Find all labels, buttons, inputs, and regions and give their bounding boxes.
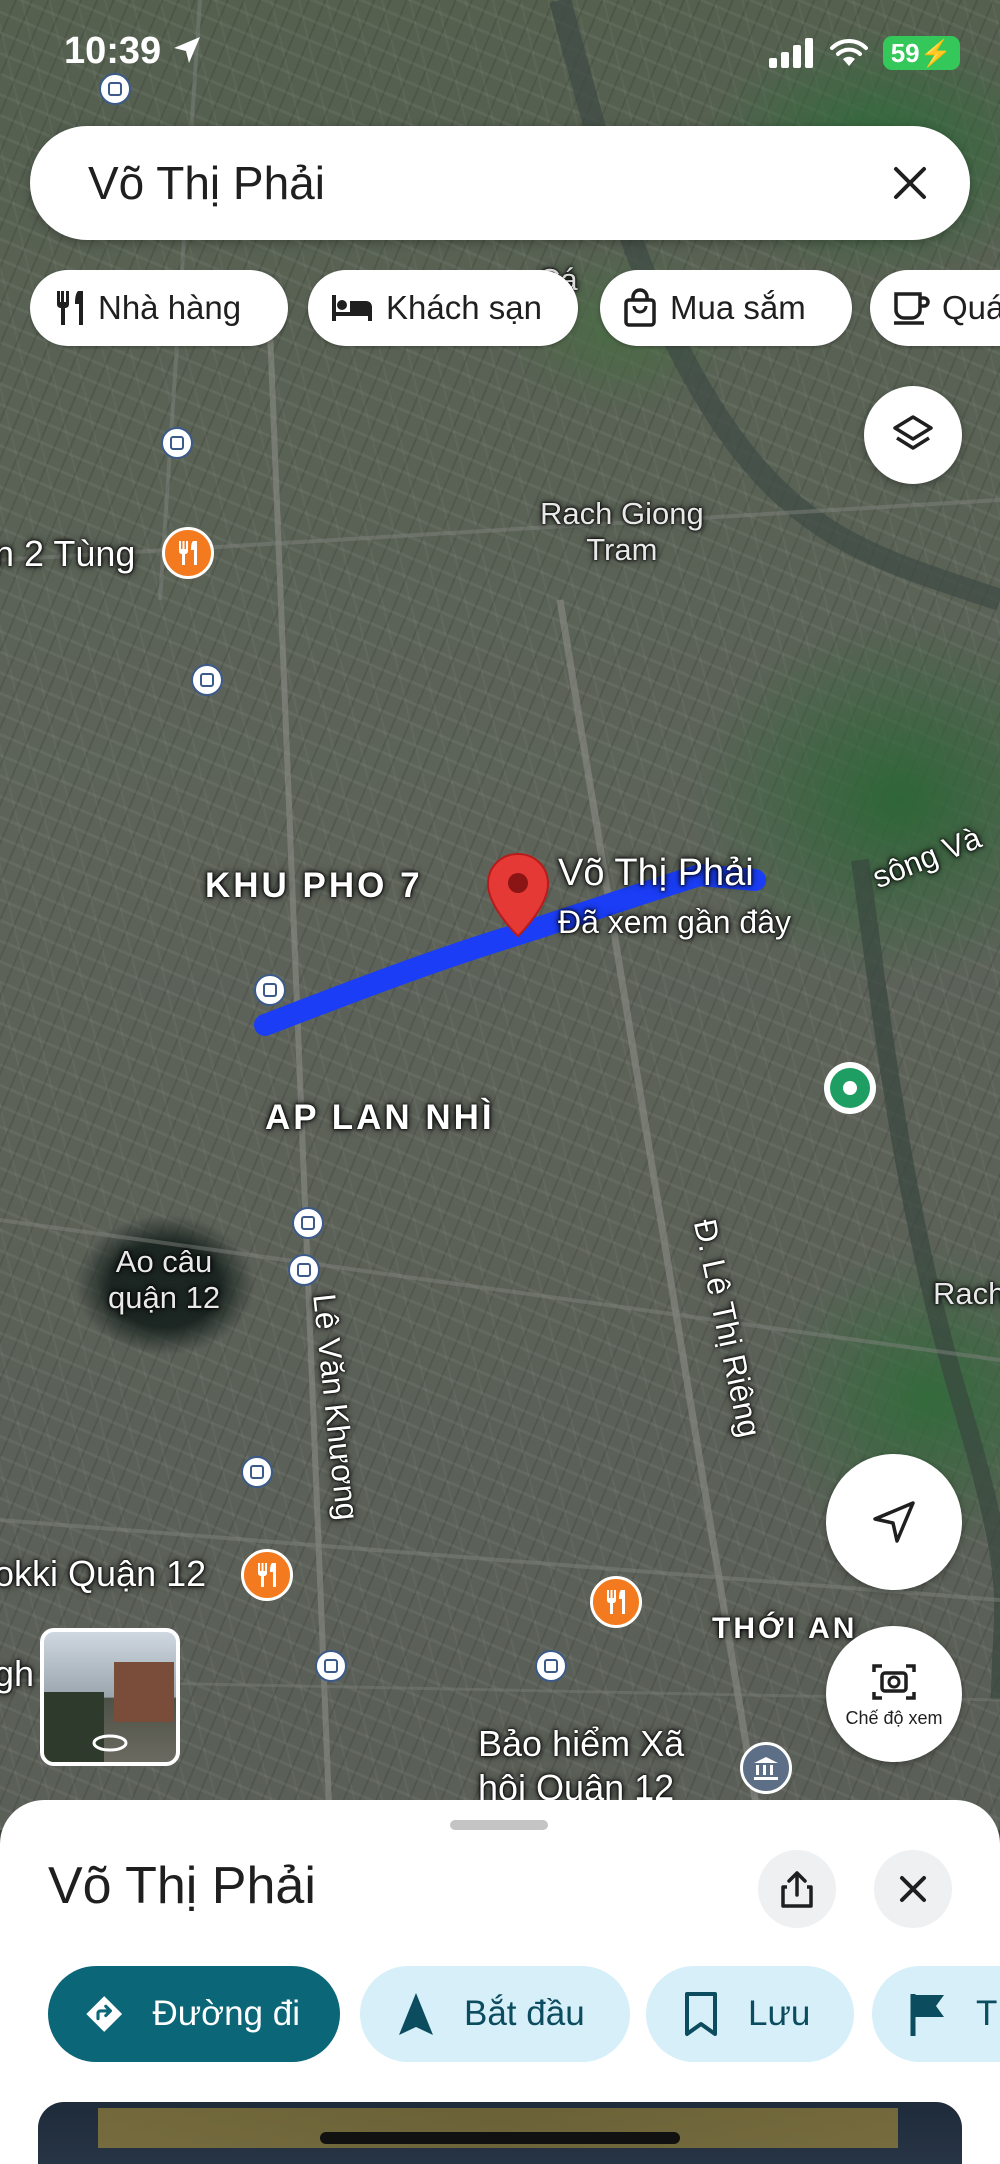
- label-button[interactable]: T: [872, 1966, 1000, 2062]
- save-button[interactable]: Lưu: [646, 1966, 854, 2062]
- chip-restaurants[interactable]: Nhà hàng: [30, 270, 288, 346]
- close-sheet-button[interactable]: [874, 1850, 952, 1928]
- restaurant-poi-icon[interactable]: [241, 1549, 293, 1601]
- action-label: Bắt đầu: [464, 1994, 585, 2033]
- close-icon: [900, 1876, 926, 1902]
- area-label-thoi-an: THỚI AN: [712, 1612, 858, 1645]
- search-bar[interactable]: Võ Thị Phải: [30, 126, 970, 240]
- place-label-ao-cau: Ao câu quận 12: [108, 1244, 221, 1315]
- view-mode-button[interactable]: Chế độ xem: [826, 1626, 962, 1762]
- street-view-rotate-icon: [92, 1734, 128, 1752]
- place-label-rach: Rach: [933, 1276, 1000, 1311]
- status-icons: 59⚡: [768, 36, 960, 70]
- bus-stop-icon[interactable]: [161, 427, 193, 459]
- map-pin-icon: [486, 852, 550, 938]
- restaurant-icon: [57, 291, 83, 325]
- chip-shopping[interactable]: Mua sắm: [600, 270, 852, 346]
- bus-stop-icon[interactable]: [535, 1650, 567, 1682]
- charging-bolt-icon: ⚡: [919, 38, 952, 68]
- wifi-icon: [829, 38, 868, 66]
- hotel-icon: [332, 295, 372, 321]
- directions-button[interactable]: Đường đi: [48, 1966, 340, 2062]
- street-view-thumbnail[interactable]: [40, 1628, 180, 1766]
- bus-stop-icon[interactable]: [254, 974, 286, 1006]
- my-location-button[interactable]: [826, 1454, 962, 1590]
- action-label: Lưu: [748, 1994, 811, 2033]
- coffee-icon: [894, 292, 930, 325]
- chip-label: Quá: [942, 289, 1000, 326]
- place-label-okki: okki Quận 12: [0, 1553, 207, 1594]
- start-navigation-button[interactable]: Bắt đầu: [360, 1966, 630, 2062]
- chip-label: Nhà hàng: [98, 289, 242, 326]
- category-chips: Nhà hàng Khách sạn Mua sắm Quá: [30, 270, 1000, 350]
- home-indicator: [320, 2132, 680, 2144]
- place-actions: Đường đi Bắt đầu Lưu T: [48, 1966, 1000, 2064]
- place-pin[interactable]: [486, 852, 550, 938]
- navigation-arrow-icon: [399, 1993, 433, 2035]
- place-label-bao-hiem: Bảo hiểm Xã hội Quận 12: [478, 1723, 685, 1808]
- bookmark-icon: [685, 1992, 717, 2036]
- place-bottom-sheet[interactable]: Võ Thị Phải Đường đi Bắt đầu Lưu T: [0, 1800, 1000, 2164]
- close-icon: [894, 167, 926, 199]
- navigation-arrow-icon: [873, 1501, 915, 1543]
- bus-stop-icon[interactable]: [292, 1207, 324, 1239]
- bus-stop-icon[interactable]: [191, 664, 223, 696]
- battery-indicator: 59⚡: [882, 36, 960, 70]
- restaurant-poi-icon[interactable]: [162, 527, 214, 579]
- action-label: Đường đi: [152, 1994, 300, 2033]
- share-icon: [781, 1871, 813, 1908]
- status-time: 10:39: [64, 30, 202, 73]
- location-services-icon: [173, 37, 200, 63]
- chip-coffee[interactable]: Quá: [870, 270, 1000, 346]
- pin-subtitle: Đã xem gần đây: [558, 904, 792, 940]
- restaurant-poi-icon[interactable]: [590, 1576, 642, 1628]
- place-label-rach-giong-tram: Rach Giong Tram: [540, 496, 704, 567]
- shopping-bag-icon: [624, 288, 656, 327]
- action-label: T: [976, 1994, 998, 2033]
- camera-scan-icon: [872, 1663, 916, 1700]
- area-label-ap-lan-nhi: AP LAN NHÌ: [265, 1098, 495, 1137]
- area-label-khu-pho-7: KHU PHO 7: [205, 866, 423, 905]
- cellular-signal-icon: [768, 38, 813, 68]
- clear-search-button[interactable]: [886, 159, 934, 207]
- battery-level: 59: [890, 38, 920, 68]
- bus-stop-icon[interactable]: [288, 1254, 320, 1286]
- view-mode-label: Chế độ xem: [845, 1707, 943, 1728]
- share-button[interactable]: [758, 1850, 836, 1928]
- layers-button[interactable]: [864, 386, 962, 484]
- chip-label: Mua sắm: [670, 289, 806, 326]
- directions-icon: [86, 1996, 123, 2032]
- bus-stop-icon[interactable]: [99, 73, 131, 105]
- government-poi-icon[interactable]: [740, 1742, 792, 1794]
- chip-hotels[interactable]: Khách sạn: [308, 270, 578, 346]
- bus-stop-icon[interactable]: [241, 1456, 273, 1488]
- place-title: Võ Thị Phải: [48, 1857, 316, 1915]
- layers-icon: [893, 415, 933, 450]
- chip-label: Khách sạn: [386, 289, 542, 326]
- pin-title: Võ Thị Phải: [558, 852, 754, 894]
- search-query[interactable]: Võ Thị Phải: [88, 156, 325, 210]
- bus-stop-icon[interactable]: [315, 1650, 347, 1682]
- place-label-tung: n 2 Tùng: [0, 533, 136, 574]
- place-label-gh: gh: [0, 1653, 35, 1694]
- sheet-drag-handle[interactable]: [450, 1820, 548, 1830]
- status-time-text: 10:39: [64, 30, 162, 72]
- flag-icon: [910, 1994, 944, 2036]
- location-marker-icon[interactable]: [824, 1062, 876, 1114]
